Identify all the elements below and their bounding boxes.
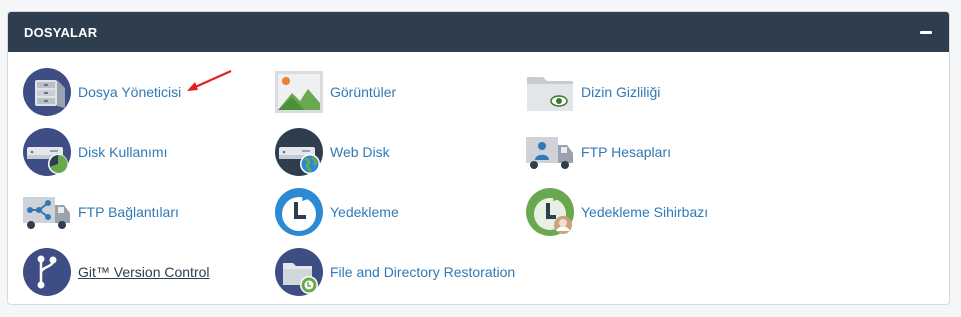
tool-label: Disk Kullanımı <box>78 144 168 160</box>
images-icon <box>274 67 324 117</box>
tool-ftp-connections[interactable]: FTP Bağlantıları <box>22 186 179 238</box>
tool-label: Görüntüler <box>330 84 397 100</box>
tool-ftp-accounts[interactable]: FTP Hesapları <box>525 126 671 178</box>
file-manager-icon <box>22 67 72 117</box>
backup-wizard-icon <box>525 187 575 237</box>
tool-label: Git™ Version Control <box>78 264 210 280</box>
git-icon <box>22 247 72 297</box>
backup-icon <box>274 187 324 237</box>
tool-images[interactable]: Görüntüler <box>274 66 396 118</box>
tool-git-version-control[interactable]: Git™ Version Control <box>22 246 210 298</box>
tool-file-restoration[interactable]: File and Directory Restoration <box>274 246 515 298</box>
tool-disk-usage[interactable]: Disk Kullanımı <box>22 126 167 178</box>
tool-label: FTP Hesapları <box>581 144 671 160</box>
tool-label: Yedekleme Sihirbazı <box>581 204 709 220</box>
directory-privacy-icon <box>525 67 575 117</box>
tool-web-disk[interactable]: Web Disk <box>274 126 390 178</box>
tool-label: Dosya Yöneticisi <box>78 84 182 100</box>
file-restoration-icon <box>274 247 324 297</box>
files-panel: DOSYALAR Dosya Yöneticisi Görüntüler Diz… <box>7 11 950 305</box>
tool-label: FTP Bağlantıları <box>78 204 179 220</box>
web-disk-icon <box>274 127 324 177</box>
panel-title: DOSYALAR <box>24 24 98 40</box>
disk-usage-icon <box>22 127 72 177</box>
annotation-arrow-icon <box>187 69 232 91</box>
tool-file-manager[interactable]: Dosya Yöneticisi <box>22 66 181 118</box>
tool-label: Yedekleme <box>330 204 399 220</box>
tool-backup[interactable]: Yedekleme <box>274 186 399 238</box>
tool-backup-wizard[interactable]: Yedekleme Sihirbazı <box>525 186 708 238</box>
panel-header[interactable]: DOSYALAR <box>8 12 949 52</box>
tool-directory-privacy[interactable]: Dizin Gizliliği <box>525 66 660 118</box>
tools-grid: Dosya Yöneticisi Görüntüler Dizin Gizlil… <box>8 52 949 304</box>
tool-label: Web Disk <box>330 144 390 160</box>
tool-label: Dizin Gizliliği <box>581 84 661 100</box>
ftp-accounts-icon <box>525 127 575 177</box>
collapse-icon[interactable] <box>919 25 933 39</box>
ftp-connections-icon <box>22 187 72 237</box>
tool-label: File and Directory Restoration <box>330 264 516 280</box>
